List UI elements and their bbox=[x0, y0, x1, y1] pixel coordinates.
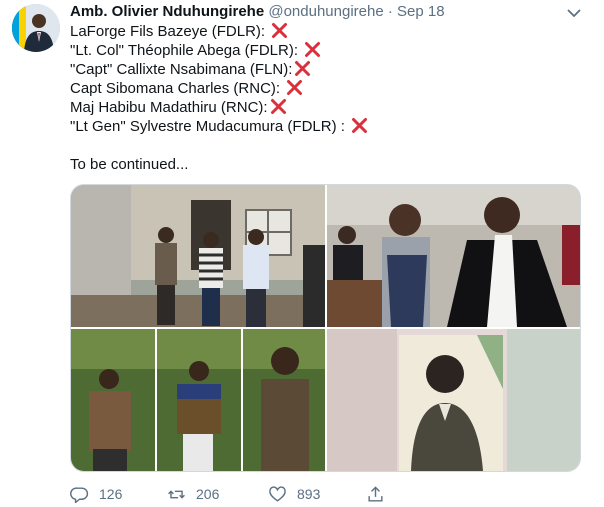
tweet-line: Maj Habibu Madathiru (RNC): bbox=[70, 98, 580, 117]
cross-mark-icon bbox=[294, 60, 311, 77]
photo-captured-fighters[interactable] bbox=[71, 329, 325, 471]
reply-button[interactable]: 126 bbox=[70, 484, 122, 504]
like-button[interactable]: 893 bbox=[268, 484, 320, 504]
tweet-header: Amb. Olivier Nduhungirehe @onduhungirehe… bbox=[70, 2, 584, 22]
avatar[interactable] bbox=[12, 4, 60, 52]
tweet-line-text: "Lt Gen" Sylvestre Mudacumura (FDLR) : bbox=[70, 118, 350, 135]
tweet-line: "Lt Gen" Sylvestre Mudacumura (FDLR) : bbox=[70, 117, 580, 136]
avatar-image bbox=[12, 4, 60, 52]
reply-count: 126 bbox=[99, 486, 123, 502]
tweet-line-text: Capt Sibomana Charles (RNC): bbox=[70, 80, 285, 97]
separator-dot: · bbox=[387, 3, 393, 20]
tweet-actions: 126 206 893 bbox=[70, 484, 510, 504]
tweet-line: LaForge Fils Bazeye (FDLR): bbox=[70, 22, 580, 41]
photo-portrait-document[interactable] bbox=[327, 329, 580, 471]
tweet-line: "Lt. Col" Théophile Abega (FDLR): bbox=[70, 41, 580, 60]
share-button[interactable] bbox=[366, 484, 385, 504]
cross-mark-icon bbox=[286, 79, 303, 96]
continued-text: To be continued... bbox=[70, 156, 189, 173]
cross-mark-icon bbox=[271, 22, 288, 39]
retweet-button[interactable]: 206 bbox=[167, 484, 219, 504]
more-options-chevron-down-icon[interactable] bbox=[566, 6, 582, 18]
cross-mark-icon bbox=[304, 41, 321, 58]
cross-mark-icon bbox=[270, 98, 287, 115]
media-grid bbox=[70, 184, 581, 472]
heart-icon bbox=[269, 485, 286, 502]
tweet-line: "Capt" Callixte Nsabimana (FLN): bbox=[70, 60, 580, 79]
author-handle[interactable]: @onduhungirehe bbox=[268, 3, 383, 20]
photo-arrest-scene[interactable] bbox=[71, 185, 325, 327]
share-icon bbox=[368, 485, 383, 502]
tweet-body: LaForge Fils Bazeye (FDLR): "Lt. Col" Th… bbox=[70, 22, 580, 174]
tweet-line-text: Maj Habibu Madathiru (RNC): bbox=[70, 99, 268, 116]
tweet-line-text: "Lt. Col" Théophile Abega (FDLR): bbox=[70, 42, 303, 59]
photo-courtroom[interactable] bbox=[327, 185, 580, 327]
reply-icon bbox=[70, 486, 89, 503]
author-name[interactable]: Amb. Olivier Nduhungirehe bbox=[70, 3, 264, 20]
tweet-line-text: LaForge Fils Bazeye (FDLR): bbox=[70, 23, 270, 40]
cross-mark-icon bbox=[351, 117, 368, 134]
tweet-line: Capt Sibomana Charles (RNC): bbox=[70, 79, 580, 98]
tweet-date[interactable]: Sep 18 bbox=[397, 3, 445, 20]
retweet-count: 206 bbox=[196, 486, 220, 502]
like-count: 893 bbox=[297, 486, 321, 502]
tweet-line-text: "Capt" Callixte Nsabimana (FLN): bbox=[70, 61, 293, 78]
retweet-icon bbox=[168, 489, 185, 499]
